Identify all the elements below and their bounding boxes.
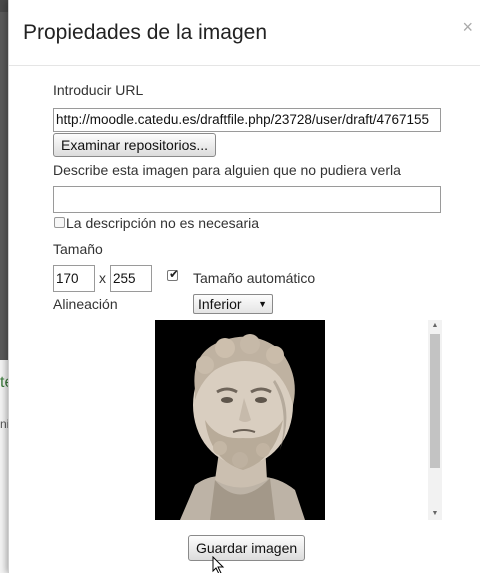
url-label: Introducir URL bbox=[53, 82, 144, 98]
height-input[interactable]: 255 bbox=[110, 265, 152, 292]
close-icon[interactable]: × bbox=[462, 18, 473, 36]
page: te ni Propiedades de la imagen × Introdu… bbox=[0, 0, 480, 573]
dialog-header: Propiedades de la imagen × bbox=[9, 0, 480, 66]
scrollbar-thumb[interactable] bbox=[430, 334, 440, 468]
image-properties-dialog: Propiedades de la imagen × Introducir UR… bbox=[8, 0, 480, 573]
size-label: Tamaño bbox=[53, 241, 103, 257]
alignment-select[interactable]: Inferior ▼ bbox=[193, 294, 273, 314]
browse-repositories-button[interactable]: Examinar repositorios... bbox=[53, 133, 217, 157]
check-icon: ✔ bbox=[169, 267, 180, 281]
description-label: Describe esta imagen para alguien que no… bbox=[53, 162, 401, 178]
width-input[interactable]: 170 bbox=[53, 265, 95, 292]
description-input[interactable] bbox=[53, 186, 441, 213]
alignment-label: Alineación bbox=[53, 296, 118, 312]
preview-scrollbar[interactable]: ▲ ▼ bbox=[428, 320, 442, 520]
image-preview: ▲ ▼ bbox=[154, 320, 442, 520]
chevron-down-icon: ▼ bbox=[258, 299, 267, 309]
url-input[interactable]: http://moodle.catedu.es/draftfile.php/23… bbox=[53, 108, 441, 132]
auto-size-label: Tamaño automático bbox=[193, 270, 316, 286]
dialog-title: Propiedades de la imagen bbox=[23, 21, 268, 44]
size-separator: x bbox=[99, 270, 106, 286]
scroll-down-icon[interactable]: ▼ bbox=[428, 508, 442, 520]
description-not-needed-checkbox[interactable] bbox=[54, 217, 65, 228]
marble-bust-image bbox=[155, 320, 325, 520]
description-not-needed-label: La descripción no es necesaria bbox=[66, 215, 260, 231]
auto-size-checkbox[interactable]: ✔ bbox=[167, 267, 180, 281]
alignment-selected: Inferior bbox=[198, 296, 242, 312]
save-image-button[interactable]: Guardar imagen bbox=[188, 535, 306, 561]
scroll-up-icon[interactable]: ▲ bbox=[428, 320, 442, 332]
